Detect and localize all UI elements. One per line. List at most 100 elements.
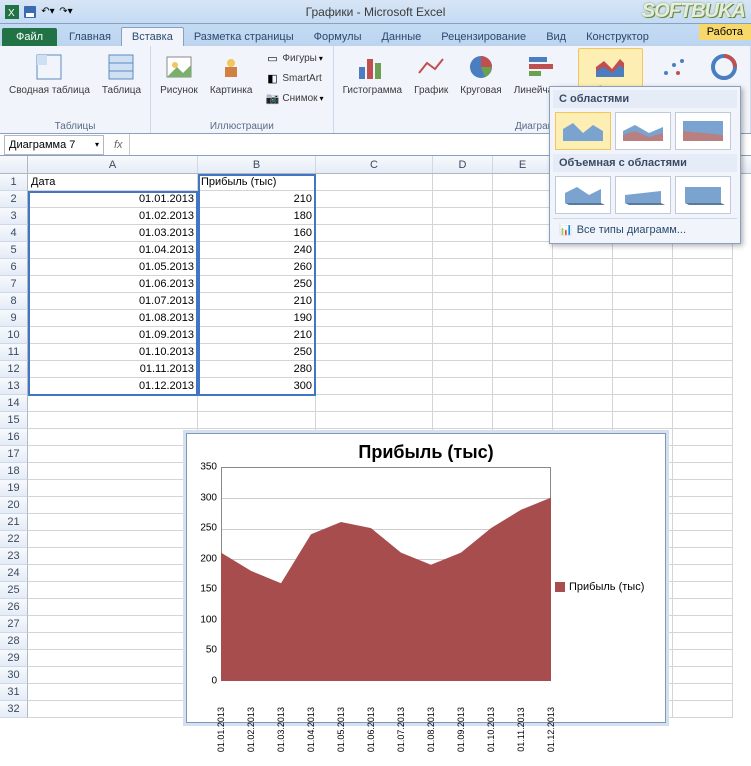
cell-H25[interactable] [673,582,733,599]
row-header-21[interactable]: 21 [0,514,28,531]
cell-E6[interactable] [493,259,553,276]
cell-G14[interactable] [613,395,673,412]
area-3d-type-1[interactable] [555,176,611,214]
name-box[interactable]: Диаграмма 7▾ [4,135,104,155]
col-header-D[interactable]: D [433,156,493,173]
fx-icon[interactable]: fx [108,139,129,151]
cell-A14[interactable] [28,395,198,412]
pie-chart-button[interactable]: Круговая [457,48,504,119]
cell-B15[interactable] [198,412,316,429]
row-header-22[interactable]: 22 [0,531,28,548]
cell-A3[interactable]: 01.02.2013 [28,208,198,225]
cell-H24[interactable] [673,565,733,582]
ribbon-tab-3[interactable]: Формулы [304,28,372,46]
cell-C4[interactable] [316,225,433,242]
all-chart-types-link[interactable]: 📊 Все типы диаграмм... [553,218,737,240]
cell-C14[interactable] [316,395,433,412]
cell-A23[interactable] [28,548,198,565]
cell-A10[interactable]: 01.09.2013 [28,327,198,344]
cell-B5[interactable]: 240 [198,242,316,259]
cell-A29[interactable] [28,650,198,667]
ribbon-tab-1[interactable]: Вставка [121,27,184,46]
cell-A12[interactable]: 01.11.2013 [28,361,198,378]
shapes-button[interactable]: ▭Фигуры▾ [261,48,326,68]
cell-C1[interactable] [316,174,433,191]
row-header-24[interactable]: 24 [0,565,28,582]
cell-A24[interactable] [28,565,198,582]
line-chart-button[interactable]: График [411,48,451,119]
cell-D14[interactable] [433,395,493,412]
cell-A20[interactable] [28,497,198,514]
row-header-18[interactable]: 18 [0,463,28,480]
cell-E1[interactable] [493,174,553,191]
cell-C5[interactable] [316,242,433,259]
cell-B6[interactable]: 260 [198,259,316,276]
row-header-5[interactable]: 5 [0,242,28,259]
cell-H7[interactable] [673,276,733,293]
cell-E3[interactable] [493,208,553,225]
row-header-25[interactable]: 25 [0,582,28,599]
cell-D2[interactable] [433,191,493,208]
cell-A1[interactable]: Дата [28,174,198,191]
cell-D10[interactable] [433,327,493,344]
cell-A13[interactable]: 01.12.2013 [28,378,198,395]
cell-H21[interactable] [673,514,733,531]
cell-F10[interactable] [553,327,613,344]
row-header-19[interactable]: 19 [0,480,28,497]
cell-H30[interactable] [673,667,733,684]
cell-C7[interactable] [316,276,433,293]
cell-F6[interactable] [553,259,613,276]
area-chart-type-1[interactable] [555,112,611,150]
cell-A25[interactable] [28,582,198,599]
cell-C15[interactable] [316,412,433,429]
ribbon-tab-7[interactable]: Конструктор [576,28,659,46]
cell-D1[interactable] [433,174,493,191]
cell-E14[interactable] [493,395,553,412]
cell-H6[interactable] [673,259,733,276]
cell-A5[interactable]: 01.04.2013 [28,242,198,259]
cell-E9[interactable] [493,310,553,327]
cell-A26[interactable] [28,599,198,616]
area-3d-type-2[interactable] [615,176,671,214]
cell-F7[interactable] [553,276,613,293]
smartart-button[interactable]: ◧SmartArt [261,68,326,88]
row-header-17[interactable]: 17 [0,446,28,463]
undo-icon[interactable]: ↶▾ [40,4,56,20]
cell-H19[interactable] [673,480,733,497]
cell-B14[interactable] [198,395,316,412]
cell-B8[interactable]: 210 [198,293,316,310]
cell-C12[interactable] [316,361,433,378]
cell-H29[interactable] [673,650,733,667]
cell-H15[interactable] [673,412,733,429]
cell-F9[interactable] [553,310,613,327]
ribbon-tab-0[interactable]: Главная [59,28,121,46]
cell-E11[interactable] [493,344,553,361]
picture-button[interactable]: Рисунок [157,48,201,119]
cell-F11[interactable] [553,344,613,361]
row-header-8[interactable]: 8 [0,293,28,310]
cell-D13[interactable] [433,378,493,395]
cell-G15[interactable] [613,412,673,429]
histogram-button[interactable]: Гистограмма [340,48,406,119]
cell-D11[interactable] [433,344,493,361]
cell-E13[interactable] [493,378,553,395]
cell-A6[interactable]: 01.05.2013 [28,259,198,276]
cell-H23[interactable] [673,548,733,565]
cell-A11[interactable]: 01.10.2013 [28,344,198,361]
cell-D15[interactable] [433,412,493,429]
cell-H32[interactable] [673,701,733,718]
cell-G6[interactable] [613,259,673,276]
row-header-23[interactable]: 23 [0,548,28,565]
row-header-13[interactable]: 13 [0,378,28,395]
cell-H11[interactable] [673,344,733,361]
cell-E5[interactable] [493,242,553,259]
cell-A9[interactable]: 01.08.2013 [28,310,198,327]
cell-H8[interactable] [673,293,733,310]
row-header-29[interactable]: 29 [0,650,28,667]
cell-H5[interactable] [673,242,733,259]
cell-E8[interactable] [493,293,553,310]
cell-E7[interactable] [493,276,553,293]
cell-H13[interactable] [673,378,733,395]
select-all-corner[interactable] [0,156,28,173]
cell-C10[interactable] [316,327,433,344]
